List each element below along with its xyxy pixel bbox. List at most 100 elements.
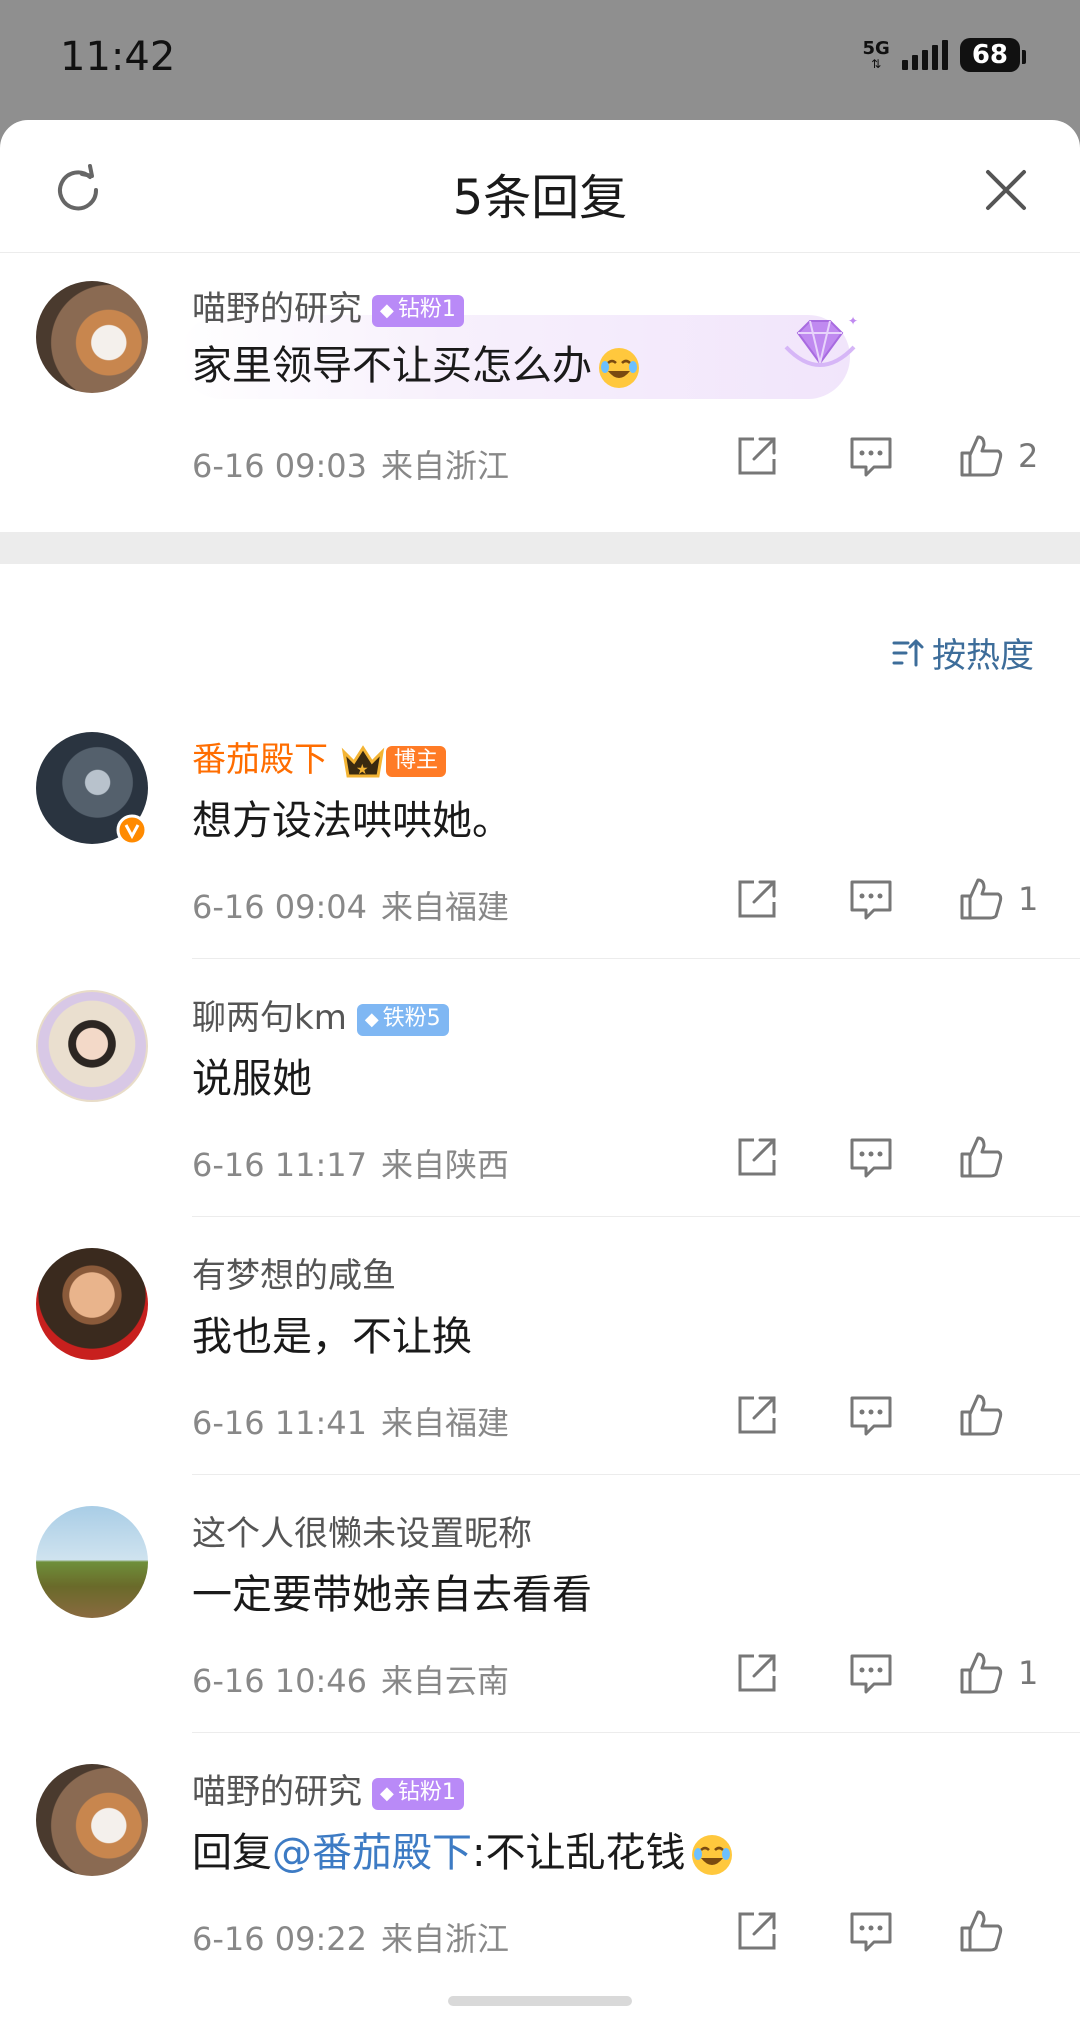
comment-icon[interactable] — [848, 1650, 894, 1696]
status-bar: 11:42 5G ⇅ 68 — [0, 0, 1080, 120]
comment-text: 家里领导不让买怎么办 — [192, 333, 642, 391]
comment-date: 6-16 09:03 — [192, 447, 368, 485]
comment-actions: 2 — [734, 433, 1044, 479]
comment-location: 来自浙江 — [381, 447, 510, 485]
like-icon[interactable] — [958, 433, 1004, 479]
avatar[interactable] — [36, 1248, 148, 1360]
diamond-icon: ◆ — [380, 299, 394, 321]
like-count: 1 — [1018, 1654, 1039, 1692]
diamond-icon: ◆ — [380, 1782, 394, 1804]
username-text[interactable]: 喵野的研究 — [192, 1772, 362, 1812]
username[interactable]: 喵野的研究 ◆ 钻粉1 — [192, 281, 464, 330]
like-button[interactable]: 1 — [958, 1650, 1044, 1696]
avatar[interactable] — [36, 1764, 148, 1876]
share-icon[interactable] — [734, 433, 780, 479]
sort-label[interactable]: 按热度 — [932, 628, 1034, 677]
sheet-title: 5条回复 — [452, 170, 628, 226]
laughing-emoji-icon — [599, 348, 639, 388]
section-separator — [0, 532, 1080, 564]
avatar[interactable] — [36, 1506, 148, 1618]
divider — [192, 958, 1080, 959]
blogger-badge: 博主 — [386, 746, 447, 777]
root-comment: ✦ 喵野的研究 ◆ 钻粉1 家里领导不让买怎么办 6-16 09:03 来自浙江 2 — [0, 253, 1080, 533]
comment-location: 来自浙江 — [381, 1920, 510, 1958]
comment-location: 来自福建 — [381, 1404, 510, 1442]
home-indicator[interactable] — [448, 1996, 632, 2006]
comment-meta: 6-16 09:04 来自福建 — [192, 882, 509, 928]
comment-icon[interactable] — [848, 1908, 894, 1954]
username[interactable]: 番茄殿下 ★ 博主 — [192, 732, 447, 782]
comment-date: 6-16 09:22 — [192, 1920, 368, 1958]
username[interactable]: 这个人很懒未设置昵称 — [192, 1506, 532, 1555]
comment-meta: 6-16 09:03 来自浙江 — [192, 441, 509, 487]
username-text[interactable]: 喵野的研究 — [192, 289, 362, 329]
share-icon[interactable] — [734, 1134, 780, 1180]
badge-label: 铁粉5 — [382, 1005, 441, 1031]
battery-level: 68 — [971, 40, 1008, 70]
fan-badge: ◆ 钻粉1 — [372, 1777, 464, 1810]
avatar[interactable] — [36, 990, 148, 1102]
fan-badge: ◆ 铁粉5 — [356, 1003, 449, 1036]
status-time: 11:42 — [60, 34, 176, 80]
like-button[interactable] — [958, 1908, 1044, 1954]
like-count: 2 — [1018, 437, 1039, 475]
like-icon[interactable] — [958, 876, 1004, 922]
sort-button[interactable]: 按热度 — [890, 628, 1034, 677]
divider — [192, 1474, 1080, 1475]
comment-meta: 6-16 11:17 来自陕西 — [192, 1140, 509, 1186]
comment-icon[interactable] — [848, 876, 894, 922]
like-button[interactable]: 1 — [958, 876, 1044, 922]
status-icons: 5G ⇅ 68 — [863, 38, 1027, 72]
sort-icon[interactable] — [890, 635, 926, 671]
username[interactable]: 喵野的研究 ◆ 钻粉1 — [192, 1764, 464, 1813]
crown-icon: ★ — [341, 744, 385, 778]
share-icon[interactable] — [734, 1908, 780, 1954]
username-text[interactable]: 这个人很懒未设置昵称 — [192, 1514, 532, 1554]
like-icon[interactable] — [958, 1908, 1004, 1954]
fan-badge: ◆ 钻粉1 — [372, 294, 464, 327]
divider — [192, 1216, 1080, 1217]
like-button[interactable] — [958, 1392, 1044, 1438]
svg-text:★: ★ — [356, 762, 369, 778]
comment-icon[interactable] — [848, 433, 894, 479]
comment-date: 6-16 11:41 — [192, 1404, 368, 1442]
network-indicator: 5G ⇅ — [863, 40, 890, 71]
comment-date: 6-16 11:17 — [192, 1146, 368, 1184]
avatar[interactable] — [36, 281, 148, 393]
username-text[interactable]: 有梦想的咸鱼 — [192, 1256, 396, 1296]
share-icon[interactable] — [734, 876, 780, 922]
mention-link[interactable]: @番茄殿下 — [272, 1830, 472, 1876]
comment-date: 6-16 09:04 — [192, 888, 368, 926]
username-text[interactable]: 聊两句km — [192, 998, 347, 1038]
comment-text: 说服她 — [192, 1056, 312, 1102]
comment-actions: 1 — [734, 876, 1044, 922]
like-icon[interactable] — [958, 1134, 1004, 1180]
comment-text: 想方设法哄哄她。 — [192, 798, 512, 844]
username[interactable]: 聊两句km ◆ 铁粉5 — [192, 990, 449, 1039]
diamond-icon: ◆ — [364, 1008, 379, 1030]
comment-actions — [734, 1392, 1044, 1438]
like-icon[interactable] — [958, 1650, 1004, 1696]
share-icon[interactable] — [734, 1392, 780, 1438]
comment-text: 回复@番茄殿下:不让乱花钱 — [192, 1820, 735, 1878]
like-button[interactable]: 2 — [958, 433, 1044, 479]
like-count: 1 — [1018, 880, 1039, 918]
like-icon[interactable] — [958, 1392, 1004, 1438]
comment-icon[interactable] — [848, 1392, 894, 1438]
badge-label: 钻粉1 — [397, 1779, 456, 1805]
close-icon[interactable] — [976, 160, 1036, 220]
comment-text: 一定要带她亲自去看看 — [192, 1572, 592, 1618]
comment-icon[interactable] — [848, 1134, 894, 1180]
comment-actions — [734, 1908, 1044, 1954]
share-icon[interactable] — [734, 1650, 780, 1696]
badge-label: 钻粉1 — [397, 296, 456, 322]
comment-text-content: 家里领导不让买怎么办 — [192, 343, 592, 389]
like-button[interactable] — [958, 1134, 1044, 1180]
comment-meta: 6-16 11:41 来自福建 — [192, 1398, 509, 1444]
username[interactable]: 有梦想的咸鱼 — [192, 1248, 396, 1297]
comment-location: 来自福建 — [381, 888, 510, 926]
replies-sheet: 5条回复 ✦ 喵野的研究 ◆ 钻粉1 家里领导不让买怎么办 6-16 09:03 来自… — [0, 120, 1080, 2026]
data-arrows-icon: ⇅ — [871, 57, 882, 71]
reply-prefix: 回复 — [192, 1830, 272, 1876]
username-text[interactable]: 番茄殿下 — [192, 740, 328, 780]
